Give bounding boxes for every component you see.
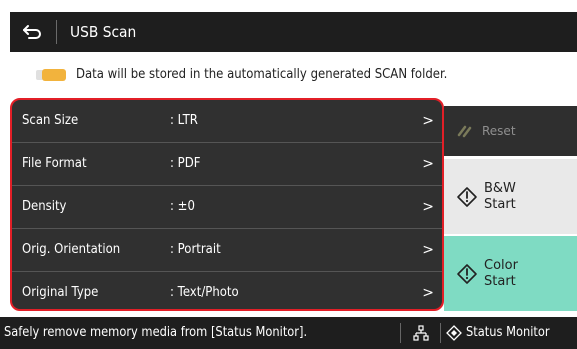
usb-scan-screen: USB Scan Data will be stored in the auto… [0, 0, 577, 349]
title-separator [56, 20, 57, 44]
color-start-label: Color Start [484, 257, 518, 289]
start-diamond-icon [457, 263, 477, 284]
reset-label: Reset [482, 124, 516, 138]
start-diamond-icon [457, 186, 477, 207]
reset-button[interactable]: Reset [444, 106, 577, 156]
setting-label: Density [22, 199, 67, 214]
setting-label: Original Type [22, 285, 99, 300]
setting-row-file-format[interactable]: File Format : PDF > [12, 143, 442, 185]
setting-value: : Portrait [170, 242, 221, 257]
memory-media-icon [36, 68, 66, 81]
status-monitor-icon [446, 325, 462, 341]
bw-start-button[interactable]: B&W Start [444, 159, 577, 234]
status-message: Safely remove memory media from [Status … [4, 325, 308, 340]
bw-start-label: B&W Start [484, 180, 516, 212]
network-icon[interactable] [413, 325, 429, 341]
status-bar: Safely remove memory media from [Status … [0, 317, 577, 349]
status-separator [400, 323, 401, 343]
setting-row-original-type[interactable]: Original Type : Text/Photo > [12, 272, 442, 309]
setting-value: : Text/Photo [170, 285, 239, 300]
back-button[interactable] [10, 12, 56, 52]
chevron-right-icon: > [422, 242, 434, 258]
status-monitor-button[interactable]: Status Monitor [466, 317, 550, 349]
chevron-right-icon: > [422, 113, 434, 129]
color-start-button[interactable]: Color Start [444, 236, 577, 311]
status-separator [440, 323, 441, 343]
setting-row-scan-size[interactable]: Scan Size : LTR > [12, 100, 442, 142]
back-arrow-icon [23, 25, 41, 39]
info-message: Data will be stored in the automatically… [10, 58, 577, 90]
title-bar: USB Scan [10, 12, 577, 52]
setting-label: Scan Size [22, 113, 79, 128]
setting-label: Orig. Orientation [22, 242, 121, 257]
chevron-right-icon: > [422, 285, 434, 301]
setting-value: : ±0 [170, 199, 195, 214]
setting-label: File Format [22, 156, 87, 171]
chevron-right-icon: > [422, 156, 434, 172]
page-title: USB Scan [70, 23, 137, 41]
setting-row-density[interactable]: Density : ±0 > [12, 186, 442, 228]
setting-value: : LTR [170, 113, 198, 128]
setting-value: : PDF [170, 156, 201, 171]
info-text: Data will be stored in the automatically… [76, 66, 448, 82]
setting-row-orig-orientation[interactable]: Orig. Orientation : Portrait > [12, 229, 442, 271]
reset-icon [457, 125, 472, 138]
chevron-right-icon: > [422, 199, 434, 215]
scan-settings-list: Scan Size : LTR > File Format : PDF > De… [10, 98, 444, 311]
